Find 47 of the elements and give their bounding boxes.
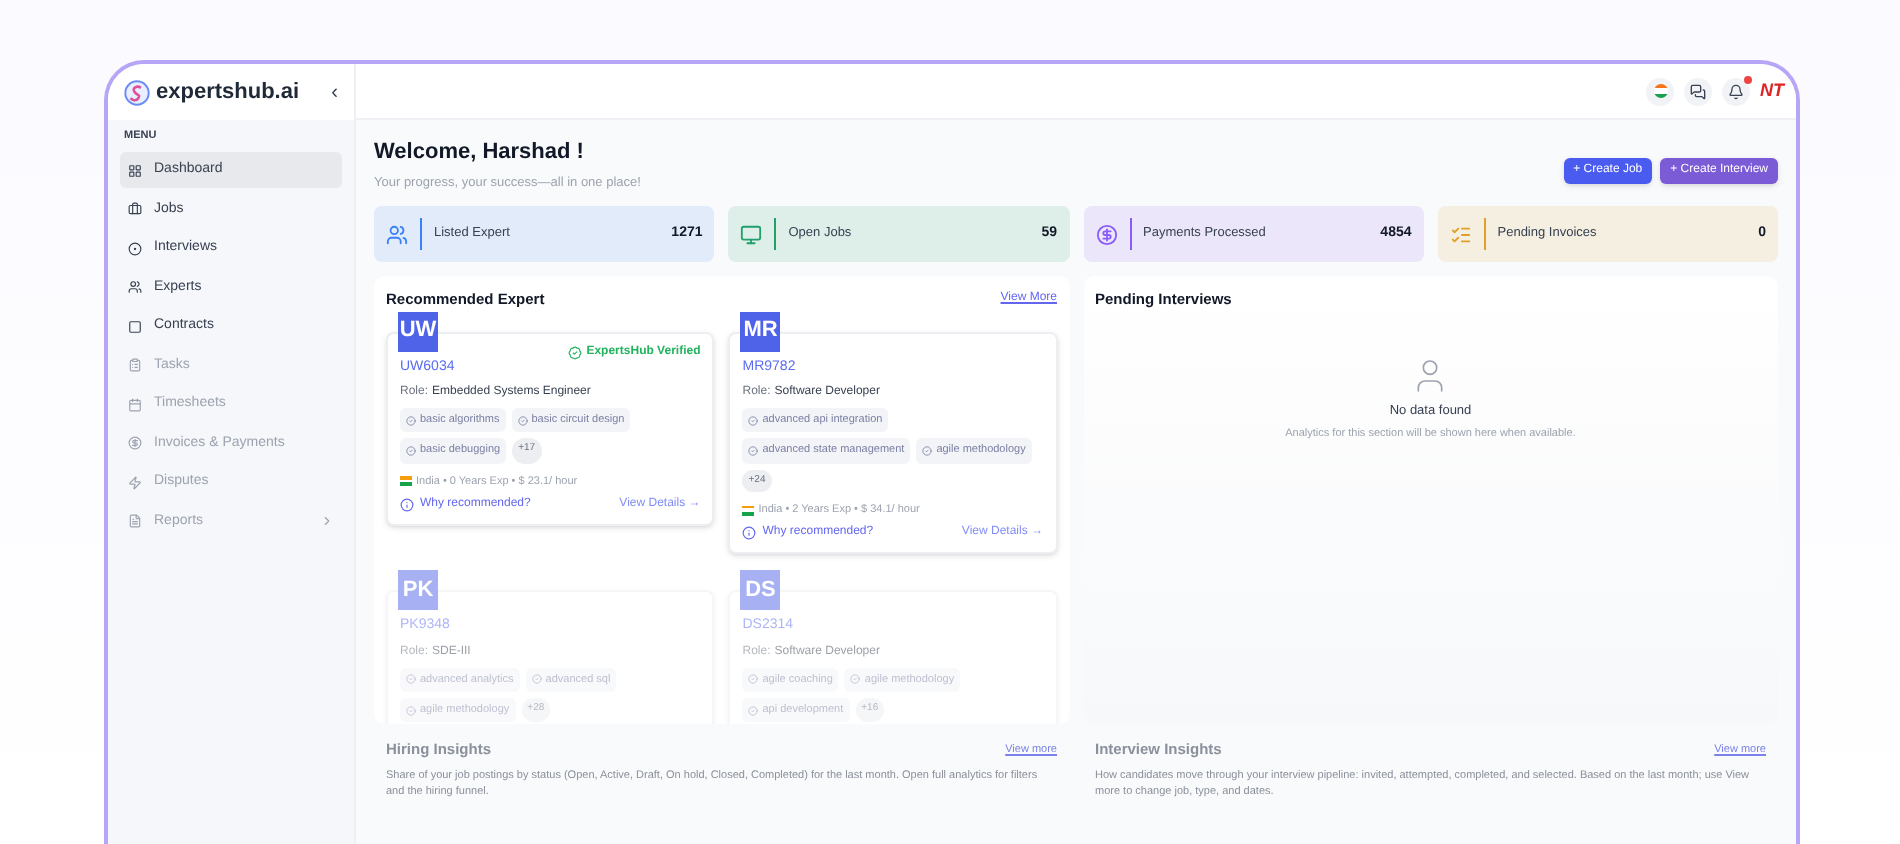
flag-icon: [742, 505, 755, 516]
chat-icon: [1690, 83, 1706, 99]
check-icon: [406, 415, 416, 426]
check-icon: [531, 674, 542, 685]
language-button[interactable]: [1646, 77, 1674, 105]
check-icon: [748, 445, 759, 456]
checklist-icon: [1449, 223, 1472, 246]
check-icon: [922, 445, 933, 456]
circle-icon: [128, 241, 142, 256]
flag-icon: [1653, 84, 1667, 98]
collapse-button[interactable]: ‹: [331, 77, 338, 107]
info-icon: [400, 497, 414, 512]
check-icon: [406, 674, 416, 685]
check-icon: [517, 415, 528, 426]
monitor-icon: [740, 223, 763, 246]
avatar: MR: [740, 311, 781, 351]
people-icon: [128, 280, 142, 295]
check-icon: [748, 674, 759, 685]
brand-name: expertshub.ai: [156, 77, 300, 108]
calendar-icon: [128, 397, 142, 412]
user-logo[interactable]: NT: [1760, 77, 1784, 105]
square-icon: [128, 319, 142, 334]
avatar: PK: [398, 570, 438, 611]
notifications-button[interactable]: [1722, 77, 1750, 105]
document-icon: [128, 514, 142, 529]
check-icon: [748, 415, 759, 426]
badge-icon: [568, 346, 583, 361]
check-icon: [850, 674, 861, 685]
flag-icon: [400, 476, 412, 487]
chat-button[interactable]: [1684, 77, 1712, 105]
chevron-icon: [320, 514, 334, 529]
check-icon: [406, 445, 416, 456]
clipboard-icon: [128, 358, 142, 373]
avatar: UW: [398, 311, 438, 351]
dollar-icon: [128, 436, 142, 451]
avatar: DS: [740, 570, 781, 611]
info-icon: [742, 526, 757, 541]
dollar-icon: [1095, 223, 1117, 246]
people-icon: [386, 223, 408, 246]
grid-icon: [128, 163, 142, 178]
briefcase-icon: [128, 202, 142, 217]
welcome-title: Welcome, Harshad !: [374, 138, 586, 168]
logo-icon: [124, 79, 150, 105]
check-icon: [748, 705, 759, 716]
check-icon: [406, 705, 416, 716]
lightning-icon: [128, 475, 142, 490]
bell-icon: [1728, 83, 1744, 99]
